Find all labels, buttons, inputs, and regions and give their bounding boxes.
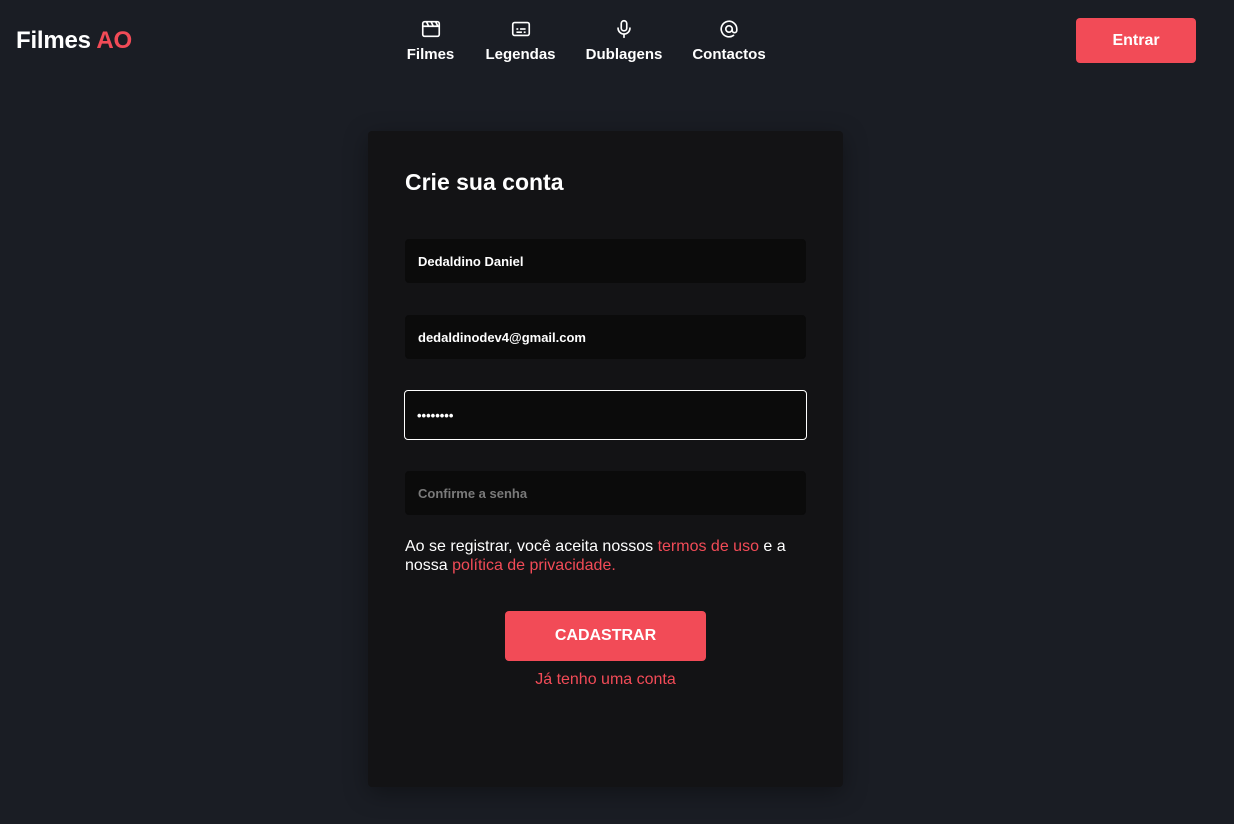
form-title: Crie sua conta — [405, 169, 564, 195]
top-header: Filmes AO Filmes Legendas Dublagens Cont… — [0, 0, 1234, 90]
terms-notice: Ao se registrar, você aceita nossos term… — [405, 537, 815, 575]
have-account-link[interactable]: Já tenho uma conta — [368, 671, 843, 689]
nav-label: Contactos — [692, 46, 766, 63]
nav-label: Filmes — [406, 46, 455, 63]
at-sign-icon — [720, 20, 738, 38]
subtitles-icon — [511, 21, 530, 37]
name-field[interactable] — [405, 239, 806, 283]
login-button[interactable]: Entrar — [1076, 18, 1196, 63]
signup-card: Crie sua conta Ao se registrar, você ace… — [368, 131, 843, 787]
privacy-policy-link[interactable]: política de privacidade. — [452, 557, 616, 574]
nav-label: Legendas — [485, 46, 556, 63]
nav-item-legendas[interactable]: Legendas — [485, 18, 556, 63]
clapperboard-icon — [421, 20, 440, 38]
microphone-icon — [617, 19, 631, 39]
nav-label: Dublagens — [585, 46, 663, 63]
nav-item-contactos[interactable]: Contactos — [692, 18, 766, 63]
terms-prefix-text: Ao se registrar, você aceita nossos — [405, 538, 658, 555]
main-nav: Filmes Legendas Dublagens Contactos — [0, 18, 1234, 68]
email-field[interactable] — [405, 315, 806, 359]
password-field[interactable] — [404, 390, 807, 440]
nav-item-filmes[interactable]: Filmes — [406, 18, 455, 63]
terms-of-use-link[interactable]: termos de uso — [658, 538, 759, 555]
register-button[interactable]: CADASTRAR — [505, 611, 706, 661]
confirm-password-field[interactable] — [405, 471, 806, 515]
nav-item-dublagens[interactable]: Dublagens — [585, 18, 663, 63]
